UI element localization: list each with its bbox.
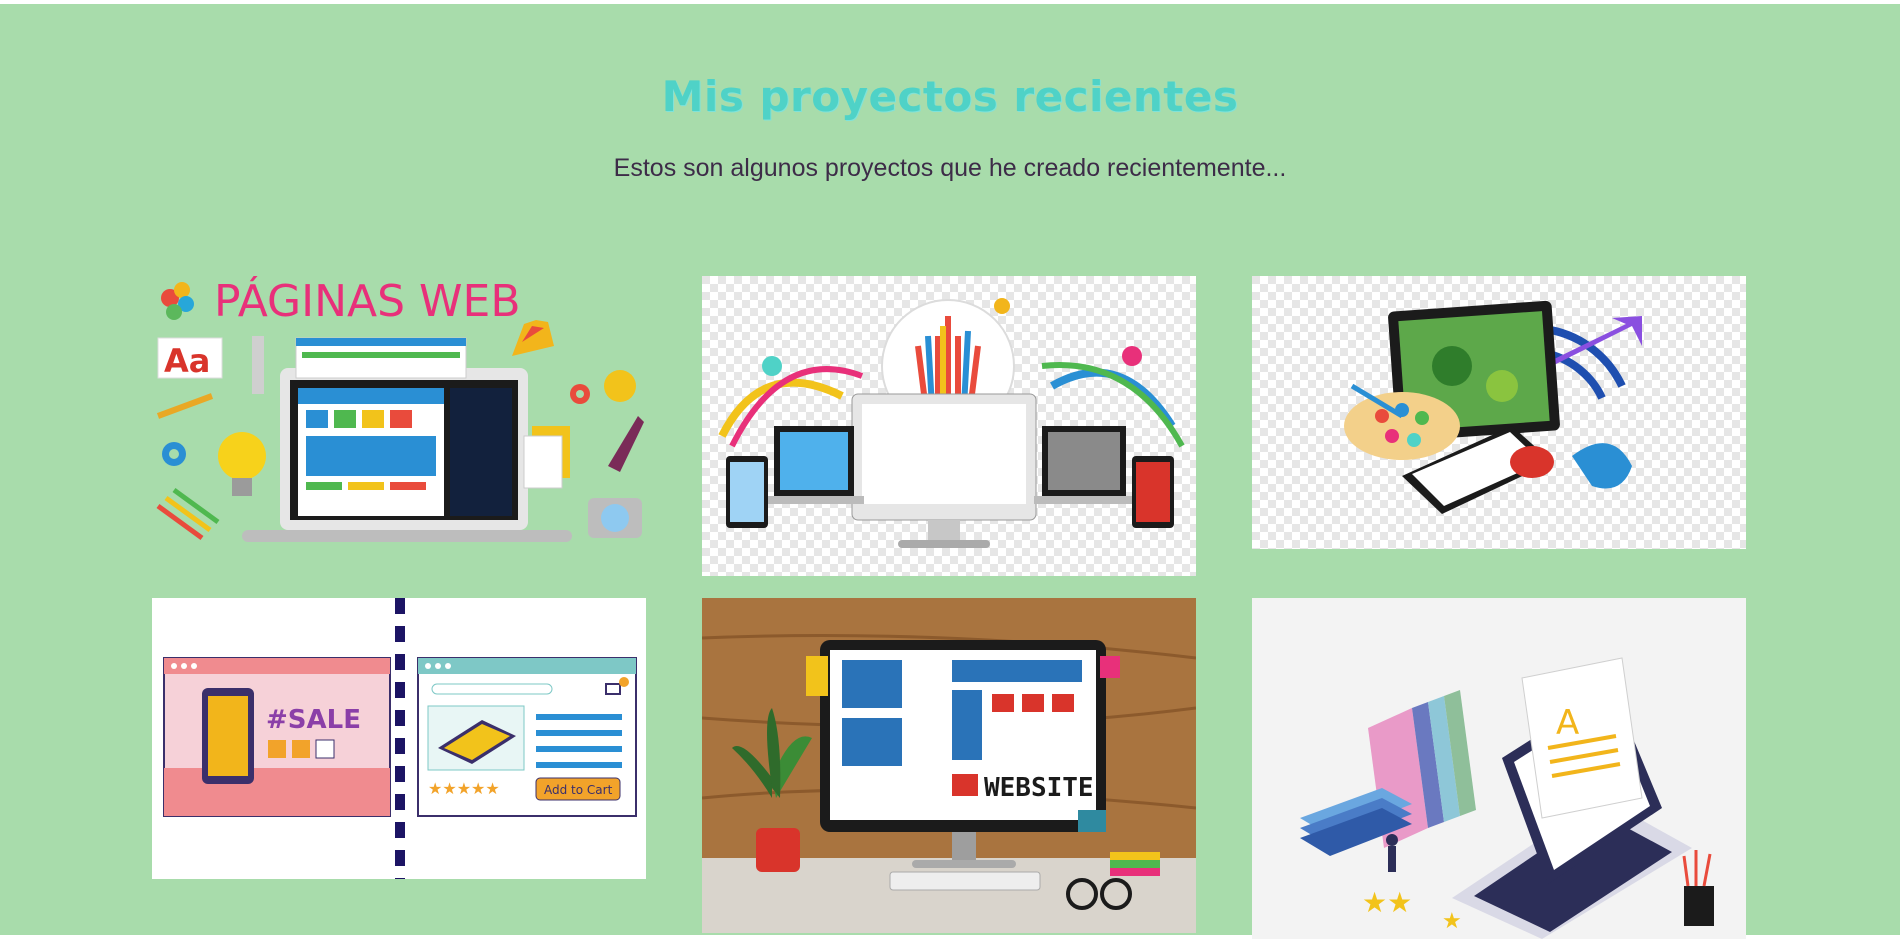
- projects-section: Mis proyectos recientes Estos son alguno…: [0, 4, 1900, 939]
- project-card-documents[interactable]: A ★★ ★: [1252, 598, 1746, 939]
- font-badge: Aa: [164, 342, 210, 380]
- project-card-ecommerce[interactable]: #SALE ★★★★★ Add to Cart: [152, 598, 646, 879]
- document-icon: A: [1521, 657, 1643, 819]
- project-image-ecommerce: #SALE ★★★★★ Add to Cart: [152, 598, 646, 879]
- product-window: ★★★★★ Add to Cart: [417, 657, 637, 817]
- play-icon: [952, 774, 978, 796]
- laptop-left-icon: [764, 426, 864, 504]
- website-label: WEBSITE: [984, 773, 1094, 803]
- camera-icon: [588, 498, 642, 538]
- palette-icon: [1344, 392, 1460, 460]
- document-letter: A: [1556, 703, 1579, 743]
- card-headline: PÁGINAS WEB: [214, 276, 521, 327]
- sticky-note-yellow: [806, 656, 828, 696]
- project-image-website: WEBSITE: [702, 598, 1196, 933]
- project-card-responsive-devices[interactable]: [702, 276, 1196, 576]
- sticky-notes-stack-icon: [1110, 852, 1160, 876]
- sale-label: #SALE: [266, 705, 361, 735]
- laptop-right-icon: [1034, 426, 1134, 504]
- laptop-icon: [242, 337, 572, 542]
- project-image-web-pages: PÁGINAS WEB Aa: [152, 276, 646, 551]
- project-image-creative-design: [1252, 276, 1746, 549]
- sticky-note-teal: [1078, 810, 1106, 832]
- section-title: Mis proyectos recientes: [661, 72, 1239, 121]
- project-card-creative-design[interactable]: [1252, 276, 1746, 549]
- tablet-right-icon: [1132, 456, 1174, 528]
- mouse-icon: [1510, 446, 1554, 478]
- keyboard-icon: [889, 871, 1041, 891]
- star-rating-icon: ★★★★★: [428, 779, 500, 798]
- tablet-left-icon: [726, 456, 768, 528]
- sale-window: #SALE: [163, 657, 391, 817]
- project-image-documents: A ★★ ★: [1252, 598, 1746, 939]
- project-card-website[interactable]: WEBSITE: [702, 598, 1196, 933]
- project-image-responsive-devices: [702, 276, 1196, 576]
- sticky-note-pink: [1100, 656, 1120, 678]
- project-card-web-pages[interactable]: PÁGINAS WEB Aa: [152, 276, 646, 551]
- section-subtitle: Estos son algunos proyectos que he cread…: [613, 154, 1287, 182]
- svg-text:★★: ★★: [1362, 886, 1412, 919]
- svg-text:★: ★: [1442, 909, 1462, 934]
- add-to-cart-label: Add to Cart: [544, 783, 613, 797]
- svg-text:★★★★★: ★★★★★: [428, 779, 500, 798]
